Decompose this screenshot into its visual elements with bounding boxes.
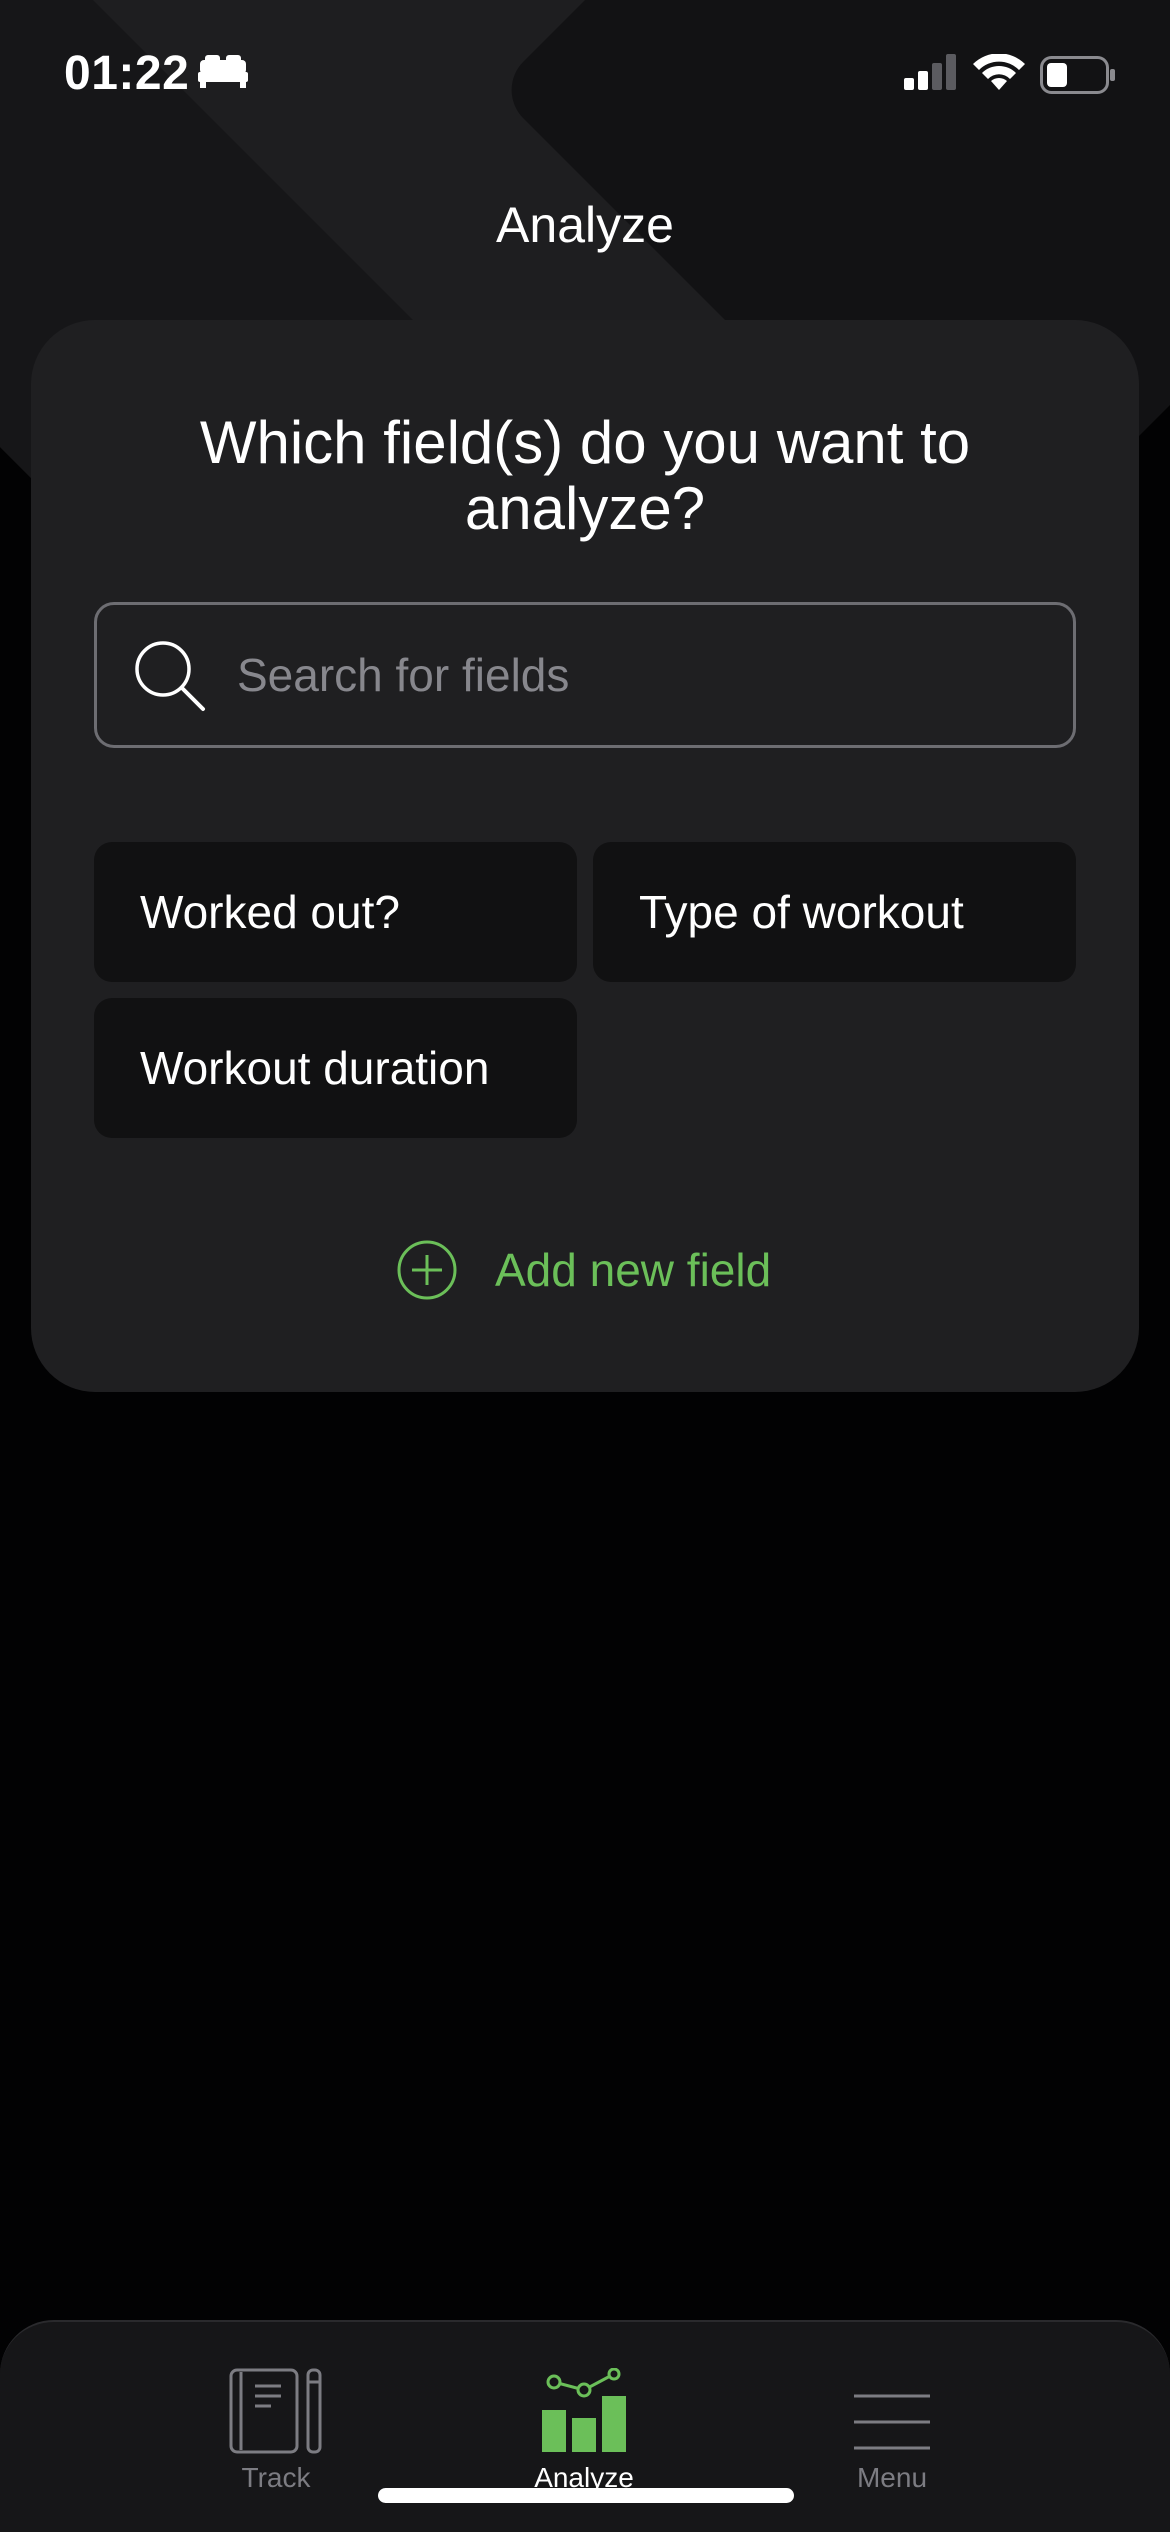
home-indicator[interactable]: [378, 2488, 794, 2503]
bed-icon: [198, 54, 248, 95]
search-icon: [133, 639, 207, 718]
add-new-field-label: Add new field: [495, 1244, 772, 1296]
analyze-screen: 01:22 Analyze Which field(s) do you want…: [0, 0, 1170, 2532]
field-chip-workout-duration[interactable]: Workout duration: [94, 998, 577, 1138]
tab-track-label: Track: [241, 2462, 311, 2493]
menu-icon: [852, 2362, 932, 2454]
signal-icon: [904, 54, 958, 95]
tab-menu[interactable]: Menu: [792, 2362, 992, 2512]
wifi-icon: [972, 53, 1026, 97]
status-time: 01:22: [64, 47, 190, 100]
battery-icon: [1040, 56, 1116, 99]
notebook-icon: [229, 2362, 323, 2454]
page-title: Analyze: [496, 197, 674, 253]
search-box[interactable]: [94, 602, 1076, 748]
status-bar: 01:22: [0, 0, 1170, 150]
field-chip-worked-out[interactable]: Worked out?: [94, 842, 577, 982]
tab-track[interactable]: Track: [176, 2362, 376, 2512]
search-input[interactable]: [237, 605, 1037, 745]
card-heading: Which field(s) do you want to analyze?: [199, 409, 971, 542]
tab-menu-label: Menu: [856, 2462, 928, 2493]
field-chip-type-of-workout[interactable]: Type of workout: [593, 842, 1076, 982]
chart-icon: [538, 2362, 630, 2454]
add-new-field-button[interactable]: Add new field: [397, 1228, 771, 1312]
field-picker-card: Which field(s) do you want to analyze? W…: [31, 320, 1139, 1392]
plus-circle-icon: [397, 1240, 457, 1300]
